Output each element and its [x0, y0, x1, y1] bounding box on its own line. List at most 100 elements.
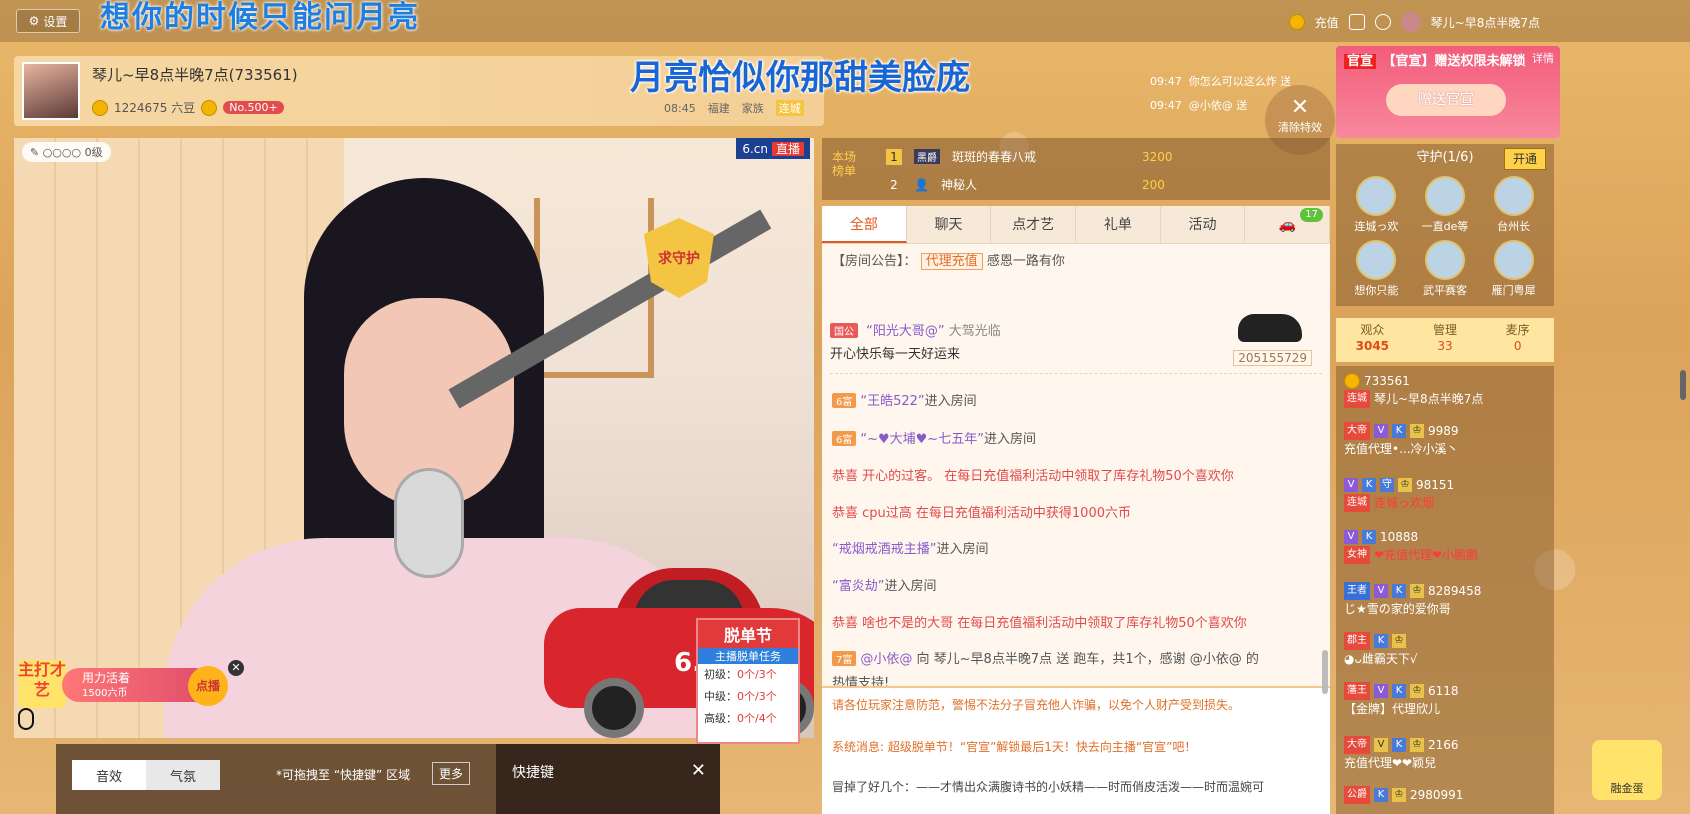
guard-member[interactable]: 武平赛客 [1411, 240, 1480, 298]
guard-member[interactable]: 想你只能 [1342, 240, 1411, 298]
guard-member[interactable]: 连城っ欢 [1342, 176, 1411, 234]
video-player[interactable]: ✎ ○○○○ 0级 6.cn直播 求守护 6.cn [14, 138, 814, 738]
open-guard-button[interactable]: 开通 [1503, 148, 1546, 170]
rank-row[interactable]: 2 👤 神秘人 200 [886, 176, 1165, 193]
streamer-avatar[interactable] [22, 62, 80, 120]
edit-icon[interactable] [1348, 14, 1365, 30]
recharge-link[interactable]: 充值 [1315, 14, 1339, 31]
guard-member[interactable]: 一直de等 [1411, 176, 1480, 234]
rank-user-name: 神秘人 [940, 178, 977, 192]
level-badge: ✎ ○○○○ 0级 [22, 142, 111, 162]
page-scrollbar[interactable] [1680, 370, 1686, 400]
official-banner-head: 官宣 【官宣】赠送权限未解锁 详情 [1336, 46, 1560, 73]
tab-gift-list[interactable]: 礼单 [1076, 206, 1161, 243]
rank-value: 200 [1142, 177, 1165, 192]
vip-car-icon [1238, 314, 1302, 342]
rank-badge: 黑爵 [914, 149, 940, 164]
microphone [394, 468, 464, 578]
stream-time: 08:45 [664, 101, 696, 115]
tab-car[interactable]: 🚗 17 [1245, 206, 1331, 243]
coin-icon [1288, 14, 1305, 30]
crown-icon [1344, 373, 1360, 389]
viewer-item[interactable]: V K 10888 女神 ❤充值代理❤小鹏鹏 [1344, 528, 1550, 564]
official-announce-banner: 官宣 【官宣】赠送权限未解锁 详情 赠送官宣 [1336, 46, 1560, 138]
pencil-icon: ✎ ○○○○ [30, 146, 85, 159]
announcement-tag[interactable]: 代理充值 [920, 253, 983, 270]
settings-button[interactable]: ⚙ 设置 [16, 9, 80, 33]
details-link[interactable]: 详情 [1532, 50, 1554, 66]
viewer-item[interactable]: V K 守 ♔ 98151 连城 连城っ欢烟 [1344, 476, 1550, 512]
guard-member[interactable]: 台州长 [1479, 176, 1548, 234]
request-song-button[interactable]: 点播 [188, 666, 228, 706]
viewer-item[interactable]: 733561 连城 琴儿~早8点半晚7点 [1344, 372, 1550, 408]
family-name-tag[interactable]: 连城 [775, 100, 804, 116]
lyric-overlay: 月亮恰似你那甜美脸庞 [630, 58, 970, 98]
session-rank-panel: 本场榜单 1 黑爵 斑斑的春春八戒 3200 2 👤 神秘人 200 [822, 138, 1330, 200]
sound-effect-bar: 音效 气氛 *可拖拽至 “快捷键” 区域 更多 快捷键 ✕ [56, 744, 720, 814]
festival-task-panel[interactable]: 脱单节 主播脱单任务 初级：0个/3个 中级：0个/3个 高级：0个/4个 [696, 618, 800, 744]
send-official-button[interactable]: 赠送官宣 [1386, 84, 1506, 116]
rank-user-name: 斑斑的春春八戒 [952, 150, 1037, 164]
chat-messages[interactable]: 【房间公告】： 代理充值 感恩一路有你 国公 “阳光大哥@” 大驾光临 开心快乐… [822, 244, 1330, 686]
viewer-item[interactable]: 藩王 V K ♔ 6118 【金牌】代理欣儿 [1344, 682, 1550, 718]
top-right-tools: 充值 琴儿~早8点半晚7点 [1288, 12, 1540, 32]
close-talent-icon[interactable]: ✕ [228, 660, 244, 676]
guard-panel: 守护(1/6) 开通 连城っ欢 一直de等 台州长 想你只能 武平赛客 雁门粤犀 [1336, 144, 1554, 306]
viewer-item[interactable]: 公爵 K ♔ 2980991 [1344, 786, 1550, 804]
user-name[interactable]: 琴儿~早8点半晚7点 [1431, 14, 1540, 31]
vip-name[interactable]: “阳光大哥@” [866, 324, 944, 339]
vip-entrance-message: 国公 “阳光大哥@” 大驾光临 开心快乐每一天好运来 205155729 [830, 314, 1322, 374]
stat-mic-queue[interactable]: 麦序 0 [1481, 318, 1554, 362]
rank-row[interactable]: 1 黑爵 斑斑的春春八戒 3200 [886, 148, 1173, 165]
gear-icon: ⚙ [28, 14, 40, 28]
chat-scrollbar[interactable] [1322, 650, 1328, 694]
settings-label: 设置 [43, 14, 68, 29]
stream-meta: 08:45 福建 家族 连城 [664, 100, 804, 116]
chat-tabs: 全部 聊天 点才艺 礼单 活动 🚗 17 [822, 206, 1331, 244]
rank-value: 3200 [1142, 149, 1173, 164]
chat-message: 热情支持! [832, 676, 890, 686]
user-avatar[interactable] [1400, 12, 1421, 32]
chat-message: 7富 @小依@ 向 琴儿~早8点半晚7点 送 跑车，共1个，感谢 @小依@ 的 [832, 648, 1259, 667]
avatar [1356, 176, 1397, 216]
tab-atmosphere[interactable]: 气氛 [146, 760, 220, 790]
viewer-item[interactable]: 郡主 K ♔ ◕ᴗ雌霸天下√ [1344, 632, 1550, 668]
avatar [1493, 176, 1534, 216]
avatar [1424, 176, 1465, 216]
check-icon[interactable] [1374, 14, 1391, 30]
bean-icon [92, 99, 108, 116]
tab-talent[interactable]: 点才艺 [991, 206, 1077, 243]
guard-member[interactable]: 雁门粤犀 [1479, 240, 1548, 298]
tab-all[interactable]: 全部 [822, 206, 907, 243]
avatar [1493, 240, 1534, 280]
tab-sound-effect[interactable]: 音效 [72, 760, 146, 790]
stat-audience[interactable]: 观众 3045 [1336, 318, 1409, 362]
vip-badge: 国公 [830, 323, 858, 338]
more-button[interactable]: 更多 [432, 762, 471, 785]
gold-egg-button[interactable]: 融金蛋 [1592, 740, 1662, 800]
chat-panel: 全部 聊天 点才艺 礼单 活动 🚗 17 【房间公告】： 代理充值 感恩一路有你… [822, 206, 1331, 814]
guard-members: 连城っ欢 一直de等 台州长 想你只能 武平赛客 雁门粤犀 [1336, 172, 1554, 302]
tab-activity[interactable]: 活动 [1161, 206, 1246, 243]
mystery-user-icon: 👤 [914, 177, 929, 192]
viewer-item[interactable]: 大帝 V K ♔ 2166 充值代理❤❤颖兒 [1344, 736, 1550, 772]
rank-number: 2 [890, 177, 898, 192]
streamer-rank[interactable]: No.500+ [223, 101, 284, 114]
system-warning: 请各位玩家注意防范，警惕不法分子冒充他人诈骗，以免个人财产受到损失。 [832, 698, 1241, 712]
top-bar: ⚙ 设置 想你的时候只能问月亮 充值 琴儿~早8点半晚7点 [0, 0, 1690, 42]
festival-subtitle: 主播脱单任务 [698, 648, 798, 664]
family-tag[interactable]: 家族 [742, 100, 764, 116]
viewer-item[interactable]: 王者 V K ♔ 8289458 じ★雪の家的爱你哥 [1344, 582, 1550, 618]
location-tag: 福建 [707, 102, 730, 115]
viewer-item[interactable]: 大帝 V K ♔ 9989 充值代理•...冷小溪丶 [1344, 422, 1550, 458]
drag-hint: *可拖拽至 “快捷键” 区域 [276, 768, 411, 782]
chat-message: 恭喜 开心的过客。 在每日充值福利活动中领取了库存礼物50个喜欢你 [832, 469, 1234, 484]
tab-chat[interactable]: 聊天 [907, 206, 992, 243]
festival-row: 中级：0个/3个 [704, 690, 777, 703]
stat-admins[interactable]: 管理 33 [1409, 318, 1482, 362]
rank-label: 本场榜单 [832, 150, 857, 178]
microphone-icon[interactable] [18, 708, 34, 730]
chat-message: 6富 “~♥大埔♥~七五年”进入房间 [832, 428, 1036, 447]
streamer-stats: 1224675 六豆 No.500+ [92, 99, 284, 116]
close-shortcut-icon[interactable]: ✕ [691, 760, 706, 781]
